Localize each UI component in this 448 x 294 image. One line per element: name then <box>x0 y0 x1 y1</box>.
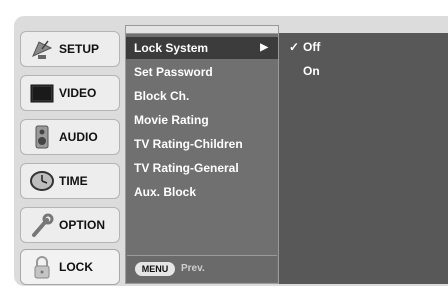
wrench-icon <box>32 213 54 237</box>
prev-hint: Prev. <box>181 263 205 274</box>
menu-item-label: Lock System <box>134 41 209 55</box>
menu-item-label: Aux. Block <box>134 185 197 199</box>
tab-label: SETUP <box>59 42 100 56</box>
padlock-icon <box>34 256 50 279</box>
menu-footer: MENU Prev. <box>127 255 277 282</box>
tab-setup[interactable]: SETUP <box>20 31 120 67</box>
tv-screen-icon <box>30 84 54 103</box>
menu-header-strip <box>125 25 279 33</box>
menu-item-block-ch[interactable]: Block Ch. <box>132 85 276 107</box>
menu-item-lock-system[interactable]: Lock System ▶ <box>126 37 278 59</box>
clock-icon <box>30 171 54 191</box>
checkmark-icon: ✓ <box>289 40 300 54</box>
tab-video[interactable]: VIDEO <box>20 75 120 111</box>
menu-item-set-password[interactable]: Set Password <box>132 61 276 83</box>
tab-label: VIDEO <box>59 86 97 100</box>
menu-item-movie-rating[interactable]: Movie Rating <box>132 109 276 131</box>
tab-time[interactable]: TIME <box>20 163 120 199</box>
tab-option[interactable]: OPTION <box>20 207 120 243</box>
lock-submenu: Lock System ▶ Set Password Block Ch. Mov… <box>125 33 279 284</box>
option-on[interactable]: On <box>289 60 320 82</box>
arrow-right-icon: ▶ <box>260 42 268 53</box>
speaker-icon <box>35 125 49 149</box>
option-panel: ✓ Off On <box>279 33 448 284</box>
menu-item-tv-rating-general[interactable]: TV Rating-General <box>132 157 276 179</box>
menu-item-label: TV Rating-General <box>134 161 239 175</box>
option-off[interactable]: ✓ Off <box>289 36 320 58</box>
menu-item-tv-rating-children[interactable]: TV Rating-Children <box>132 133 276 155</box>
tab-label: LOCK <box>59 260 93 274</box>
tv-osd-screen: SETUP VIDEO AUDIO TIME OPTION LOCK Lock … <box>0 0 448 294</box>
satellite-dish-icon <box>32 40 53 59</box>
option-label: Off <box>303 40 321 54</box>
menu-button[interactable]: MENU <box>135 262 175 276</box>
menu-item-label: Block Ch. <box>134 89 190 103</box>
tab-label: TIME <box>59 174 88 188</box>
tab-label: OPTION <box>59 218 106 232</box>
tab-label: AUDIO <box>59 130 98 144</box>
option-label: On <box>303 64 320 78</box>
menu-item-aux-block[interactable]: Aux. Block <box>132 181 276 203</box>
tab-lock[interactable]: LOCK <box>20 249 120 285</box>
menu-item-label: Movie Rating <box>134 113 209 127</box>
tab-audio[interactable]: AUDIO <box>20 119 120 155</box>
menu-item-label: TV Rating-Children <box>134 137 243 151</box>
menu-item-label: Set Password <box>134 65 213 79</box>
